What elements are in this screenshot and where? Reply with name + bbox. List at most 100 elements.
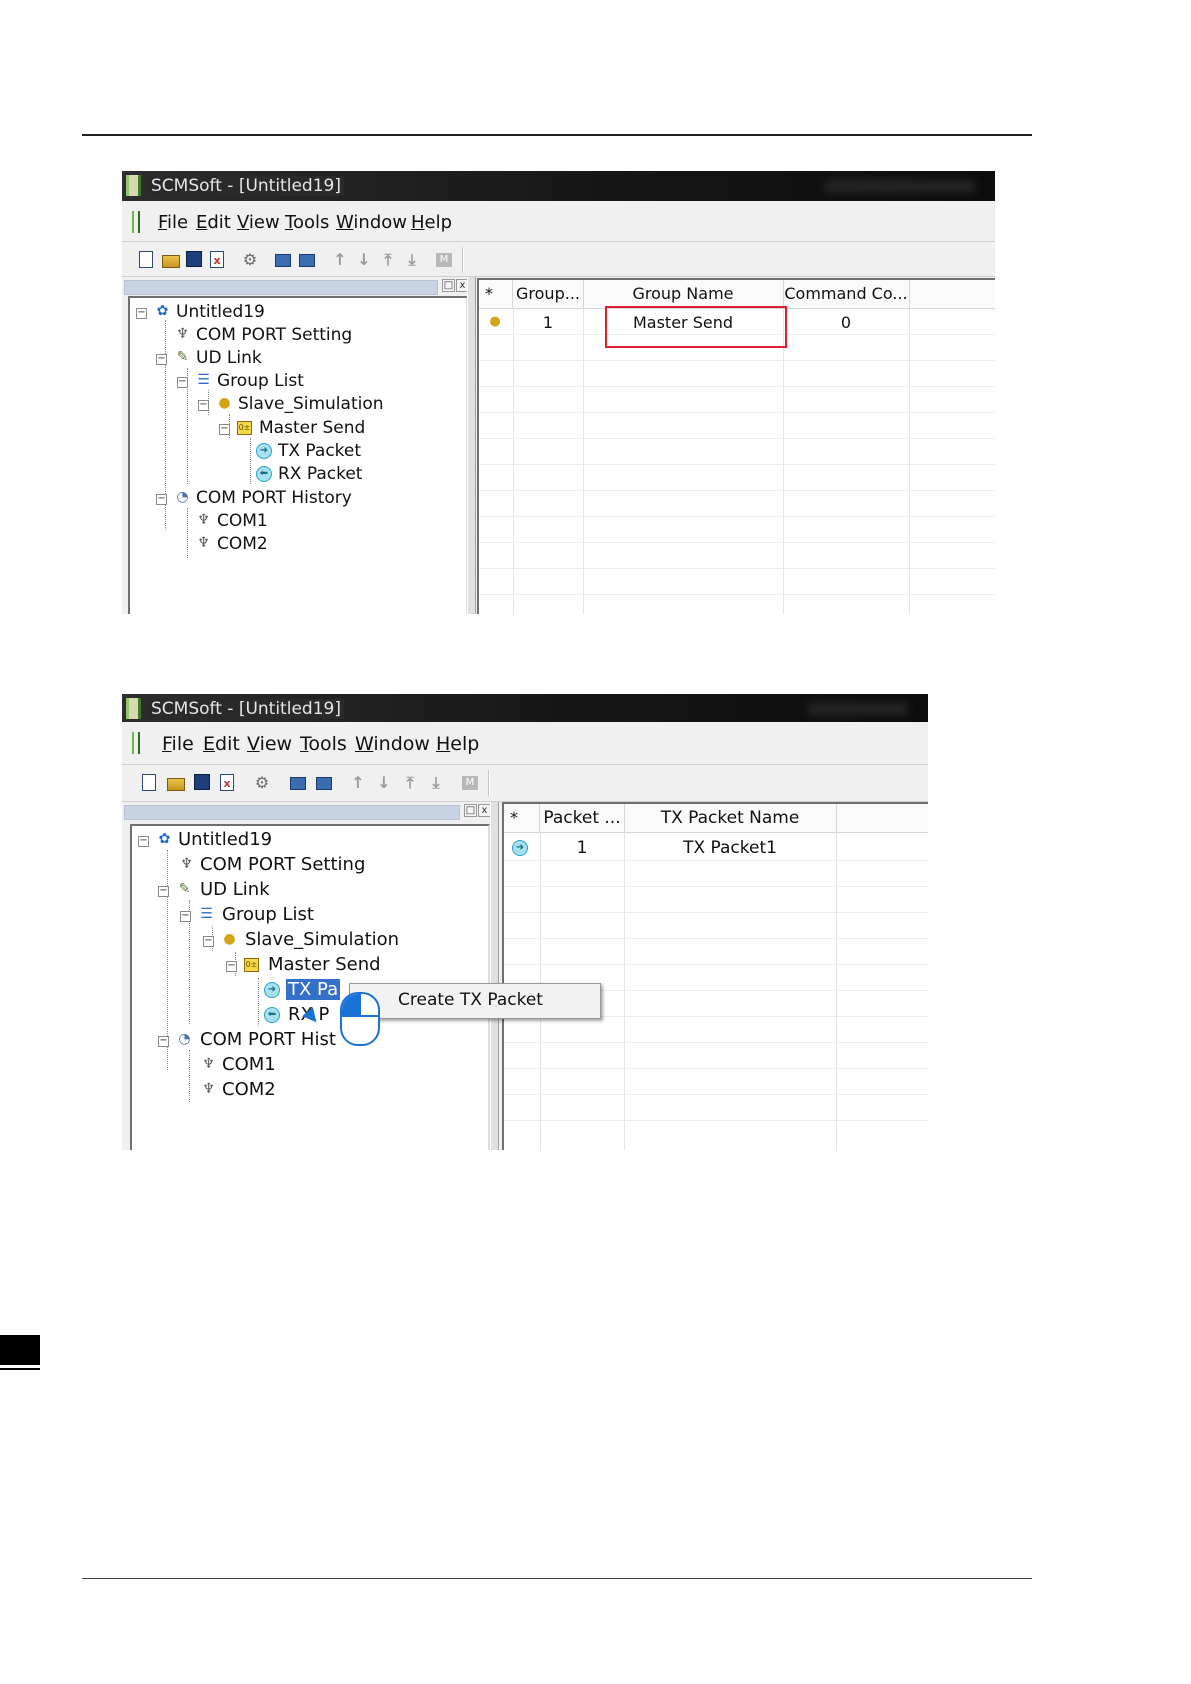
grid-header-command-count[interactable]: Command Co... — [783, 280, 910, 308]
grid-header-group-name[interactable]: Group Name — [583, 280, 784, 308]
menu-window[interactable]: Window — [355, 733, 430, 755]
collapse-icon[interactable]: − — [158, 886, 169, 897]
grid-row-line — [504, 860, 928, 861]
grid-row-line — [504, 1120, 928, 1121]
settings-gear-icon[interactable]: ⚙ — [242, 251, 258, 268]
screenshot-tx-packet: SCMSoft - [Untitled19] File Edit View To… — [122, 694, 928, 1150]
ud-link-icon: ✎ — [176, 349, 189, 365]
tree-label: Untitled19 — [178, 829, 273, 850]
menu-item-create-tx-packet[interactable]: Create TX Packet — [398, 990, 543, 1010]
move-bottom-icon[interactable]: ⤓ — [404, 251, 420, 268]
menu-help[interactable]: Help — [411, 212, 452, 233]
menu-view[interactable]: View — [237, 212, 280, 233]
page-top-rule — [82, 134, 1032, 136]
monitor-icon[interactable]: M — [436, 253, 452, 267]
grid-row-line — [504, 1068, 928, 1069]
open-folder-icon[interactable] — [167, 778, 185, 791]
monitor-icon[interactable]: M — [462, 776, 478, 790]
network-send-icon[interactable] — [275, 254, 291, 267]
menu-help[interactable]: Help — [436, 733, 479, 755]
collapse-icon[interactable]: − — [226, 961, 237, 972]
project-tree: − ✿ Untitled19 ♆ COM PORT Setting − ✎ UD… — [128, 296, 468, 614]
grid-row-line — [479, 438, 995, 439]
collapse-icon[interactable]: − — [203, 936, 214, 947]
grid-header-group[interactable]: Group... — [513, 280, 584, 308]
collapse-icon[interactable]: − — [138, 836, 149, 847]
network-receive-icon[interactable] — [299, 254, 315, 267]
tree-label: COM PORT Hist — [200, 1029, 336, 1050]
new-file-icon[interactable] — [142, 774, 156, 791]
grid-row-line — [504, 912, 928, 913]
group-grid: * Group... Group Name Command Co... ● 1 … — [477, 278, 995, 614]
grid-header-packet[interactable]: Packet ... — [540, 804, 625, 832]
history-icon: ◔ — [176, 489, 189, 505]
com-port-icon: ♆ — [202, 1081, 215, 1097]
menu-view[interactable]: View — [247, 733, 292, 755]
collapse-icon[interactable]: − — [219, 424, 230, 435]
pane-splitter[interactable] — [490, 802, 499, 1150]
collapse-icon[interactable]: − — [198, 400, 209, 411]
pane-restore-button[interactable]: □ — [464, 804, 477, 817]
menu-tools[interactable]: Tools — [300, 733, 347, 755]
move-top-icon[interactable]: ⤒ — [380, 251, 396, 268]
collapse-icon[interactable]: − — [158, 1036, 169, 1047]
open-folder-icon[interactable] — [162, 255, 180, 268]
move-bottom-icon[interactable]: ⤓ — [428, 774, 444, 791]
tree-guide — [187, 508, 188, 558]
title-bar: SCMSoft - [Untitled19] — [122, 694, 928, 724]
menu-edit[interactable]: Edit — [203, 733, 240, 755]
tree-label: Group List — [222, 904, 314, 925]
settings-gear-icon[interactable]: ⚙ — [254, 774, 270, 791]
collapse-icon[interactable]: − — [156, 354, 167, 365]
save-disk-icon[interactable] — [194, 774, 210, 790]
group-row-icon: ● — [489, 314, 501, 329]
toolbar: x ⚙ ↑ ↓ ⤒ ⤓ M — [122, 765, 928, 802]
grid-header-star[interactable]: * — [479, 280, 513, 308]
mouse-divider — [342, 1015, 378, 1017]
grid-row-line — [504, 964, 928, 965]
pane-restore-button[interactable]: □ — [442, 279, 455, 292]
tree-guide — [250, 438, 251, 484]
project-tree-pane: □ x − ✿ Untitled19 ♆ COM PORT Setting − … — [122, 802, 498, 1150]
tree-label: COM2 — [222, 1079, 276, 1100]
grid-header-star[interactable]: * — [504, 804, 540, 832]
group-list-icon: ☰ — [197, 372, 210, 388]
grid-row-line — [479, 542, 995, 543]
move-up-icon[interactable]: ↑ — [350, 774, 366, 791]
pane-splitter[interactable] — [467, 277, 476, 614]
collapse-icon[interactable]: − — [177, 377, 188, 388]
slave-simulation-icon: ● — [218, 395, 231, 411]
menu-window[interactable]: Window — [336, 212, 407, 233]
menu-edit[interactable]: Edit — [196, 212, 231, 233]
cell-command-count: 0 — [840, 313, 852, 332]
grid-header-tx-packet-name[interactable]: TX Packet Name — [624, 804, 837, 832]
move-up-icon[interactable]: ↑ — [332, 251, 348, 268]
com-port-icon: ♆ — [180, 856, 193, 872]
menu-file[interactable]: File — [158, 212, 188, 233]
move-down-icon[interactable]: ↓ — [356, 251, 372, 268]
menu-grip-icon — [132, 732, 140, 754]
toolbar-separator — [462, 247, 464, 273]
context-menu: Create TX Packet — [349, 983, 601, 1019]
move-down-icon[interactable]: ↓ — [376, 774, 392, 791]
collapse-icon[interactable]: − — [136, 308, 147, 319]
tree-label: UD Link — [196, 348, 262, 368]
pane-caption[interactable] — [124, 805, 460, 820]
delete-file-icon[interactable]: x — [220, 774, 234, 791]
collapse-icon[interactable]: − — [180, 911, 191, 922]
menu-tools[interactable]: Tools — [285, 212, 329, 233]
master-send-icon: 0± — [237, 421, 252, 435]
delete-file-icon[interactable]: x — [210, 251, 224, 268]
com-port-icon: ♆ — [197, 535, 210, 551]
save-disk-icon[interactable] — [186, 251, 202, 267]
ud-link-icon: ✎ — [178, 881, 191, 897]
network-send-icon[interactable] — [290, 777, 306, 790]
pane-caption[interactable] — [124, 280, 438, 295]
collapse-icon[interactable]: − — [156, 494, 167, 505]
new-file-icon[interactable] — [139, 251, 153, 268]
grid-col-line — [624, 832, 625, 1150]
move-top-icon[interactable]: ⤒ — [402, 774, 418, 791]
menu-file[interactable]: File — [162, 733, 194, 755]
network-receive-icon[interactable] — [316, 777, 332, 790]
tree-label: COM1 — [222, 1054, 276, 1075]
